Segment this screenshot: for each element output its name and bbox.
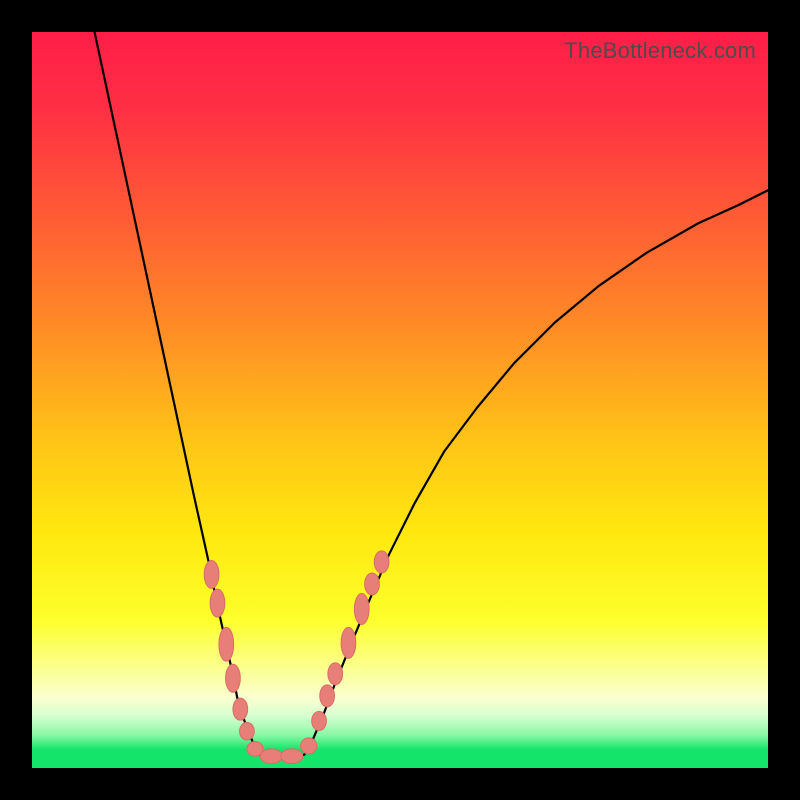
data-marker (260, 749, 282, 764)
data-marker (354, 594, 369, 625)
marker-group (204, 551, 389, 764)
data-marker (312, 711, 327, 730)
data-marker (281, 749, 303, 764)
data-marker (374, 551, 389, 573)
data-marker (328, 663, 343, 685)
plot-area: TheBottleneck.com (32, 32, 768, 768)
data-marker (320, 685, 335, 707)
data-marker (341, 627, 356, 658)
data-marker (233, 698, 248, 720)
data-marker (365, 573, 380, 595)
data-marker (301, 738, 317, 754)
curve-layer (32, 32, 768, 768)
bottleneck-curve (95, 32, 768, 757)
chart-frame: TheBottleneck.com (0, 0, 800, 800)
data-marker (240, 722, 255, 740)
series-group (95, 32, 768, 757)
data-marker (219, 627, 234, 661)
data-marker (204, 560, 219, 588)
data-marker (210, 589, 225, 617)
data-marker (226, 664, 241, 692)
